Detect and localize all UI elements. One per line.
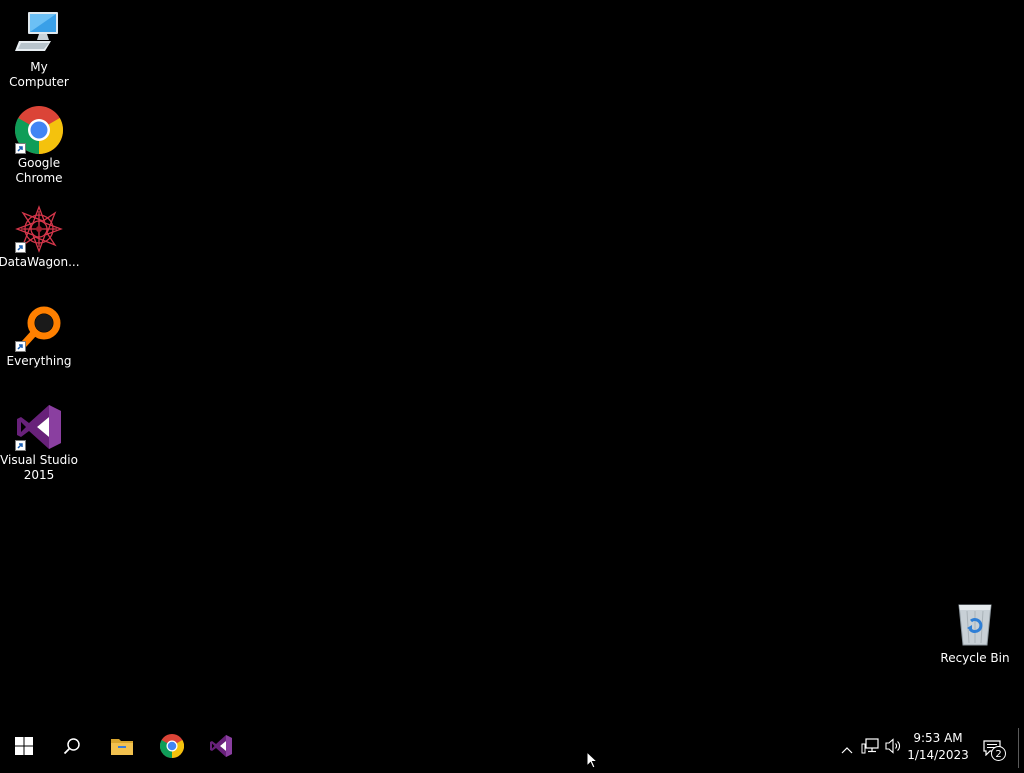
search-icon xyxy=(63,737,81,759)
network-icon xyxy=(861,738,879,758)
desktop: My Computer Google Chrome DataWagon... E… xyxy=(0,0,1024,728)
visual-studio-icon xyxy=(209,734,233,762)
start-button[interactable] xyxy=(0,728,48,768)
desktop-icon-everything[interactable]: Everything xyxy=(0,304,78,369)
desktop-icon-label: Google Chrome xyxy=(15,156,63,185)
shortcut-arrow-icon xyxy=(15,143,26,154)
computer-icon xyxy=(15,10,63,58)
desktop-icon-label: Recycle Bin xyxy=(940,651,1010,665)
show-desktop-button[interactable] xyxy=(1018,728,1024,768)
desktop-icon-datawagon[interactable]: DataWagon... xyxy=(0,205,80,270)
show-hidden-icons-button[interactable] xyxy=(838,738,856,758)
desktop-icon-label: Everything xyxy=(6,354,72,368)
desktop-icon-label: My Computer xyxy=(9,60,69,89)
taskbar: 9:53 AM 1/14/2023 2 xyxy=(0,728,1024,768)
search-button[interactable] xyxy=(48,728,96,768)
folder-icon xyxy=(110,736,134,760)
chrome-icon xyxy=(159,734,185,762)
shortcut-arrow-icon xyxy=(15,440,26,451)
shortcut-arrow-icon xyxy=(15,341,26,352)
clock-date: 1/14/2023 xyxy=(907,748,969,762)
desktop-icon-my-computer[interactable]: My Computer xyxy=(0,10,78,90)
action-center-button[interactable]: 2 xyxy=(978,728,1008,768)
network-tray-button[interactable] xyxy=(861,738,879,758)
visual-studio-icon xyxy=(15,403,63,451)
everything-search-icon xyxy=(15,304,63,352)
windows-logo-icon xyxy=(15,737,33,759)
desktop-icon-label: DataWagon... xyxy=(0,255,80,269)
mouse-cursor-icon xyxy=(586,750,599,773)
taskbar-visual-studio[interactable] xyxy=(197,728,245,768)
recycle-bin-icon xyxy=(951,601,999,649)
datawagon-icon xyxy=(15,205,63,253)
taskbar-chrome[interactable] xyxy=(148,728,196,768)
notification-count-badge: 2 xyxy=(991,746,1006,761)
clock-time: 9:53 AM xyxy=(913,731,963,745)
desktop-icon-google-chrome[interactable]: Google Chrome xyxy=(0,106,78,186)
desktop-icon-visual-studio-2015[interactable]: Visual Studio 2015 xyxy=(0,403,78,483)
volume-tray-button[interactable] xyxy=(884,738,902,758)
shortcut-arrow-icon xyxy=(15,242,26,253)
desktop-icon-recycle-bin[interactable]: Recycle Bin xyxy=(936,601,1014,666)
speaker-icon xyxy=(884,738,902,758)
desktop-icon-label: Visual Studio 2015 xyxy=(0,453,78,482)
chevron-up-icon xyxy=(841,739,853,758)
taskbar-clock[interactable]: 9:53 AM 1/14/2023 xyxy=(904,730,972,766)
chrome-icon xyxy=(14,106,64,154)
taskbar-file-explorer[interactable] xyxy=(98,728,146,768)
